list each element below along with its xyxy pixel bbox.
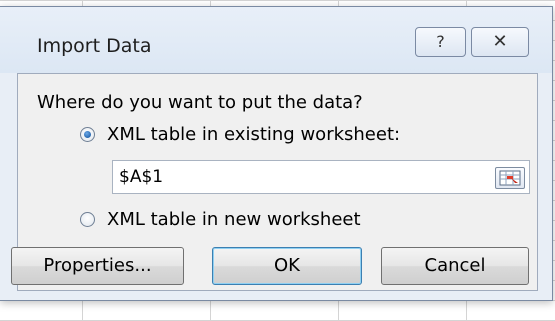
destination-prompt: Where do you want to put the data? xyxy=(37,92,363,113)
cancel-button[interactable]: Cancel xyxy=(381,247,529,285)
help-icon: ? xyxy=(436,32,445,51)
ok-button[interactable]: OK xyxy=(212,247,362,285)
dialog-body: Where do you want to put the data? XML t… xyxy=(11,73,538,291)
radio-existing-worksheet[interactable] xyxy=(80,127,95,142)
dialog-titlebar: Import Data ? ✕ xyxy=(0,7,552,73)
range-reference-value[interactable]: $A$1 xyxy=(119,167,163,187)
close-icon: ✕ xyxy=(492,31,508,52)
help-button[interactable]: ? xyxy=(415,27,466,57)
option-existing-label: XML table in existing worksheet: xyxy=(107,124,401,145)
dialog-title: Import Data xyxy=(37,35,152,57)
option-existing-worksheet[interactable]: XML table in existing worksheet: xyxy=(80,124,400,145)
range-selector-icon xyxy=(499,170,521,186)
import-data-dialog: Import Data ? ✕ Where do you want to put… xyxy=(0,6,553,301)
option-new-worksheet[interactable]: XML table in new worksheet xyxy=(80,209,361,230)
radio-new-worksheet[interactable] xyxy=(80,212,95,227)
properties-button[interactable]: Properties... xyxy=(11,247,184,285)
range-selector-button[interactable] xyxy=(495,167,525,189)
range-reference-input[interactable]: $A$1 xyxy=(112,160,530,194)
option-new-label: XML table in new worksheet xyxy=(107,209,361,230)
close-button[interactable]: ✕ xyxy=(471,27,529,57)
